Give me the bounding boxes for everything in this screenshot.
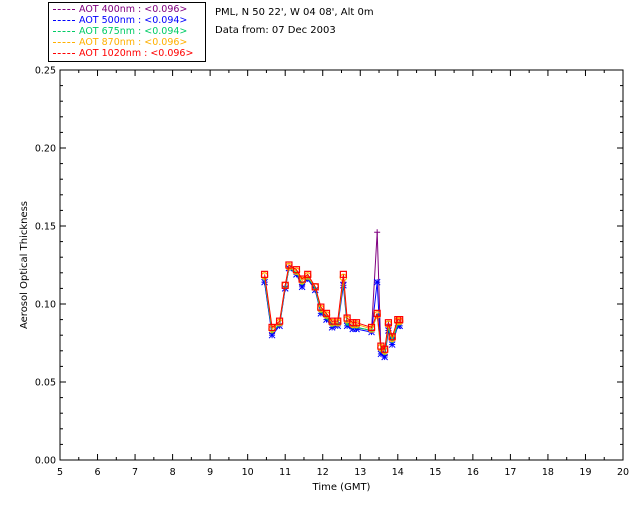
plot-frame (59, 69, 624, 461)
x-tick-label: 13 (354, 467, 366, 478)
x-tick-label: 12 (317, 467, 329, 478)
x-tick-label: 18 (542, 467, 554, 478)
x-tick-label: 16 (467, 467, 479, 478)
x-tick-label: 7 (132, 467, 138, 478)
y-axis-title: Aerosol Optical Thickness (19, 201, 30, 329)
aot-chart: 5 6 7 8 9 10 11 12 13 14 15 16 17 18 19 20 0.00 0.05 0.10 0… (19, 66, 629, 494)
x-tick-label: 5 (57, 467, 63, 478)
x-tick-label: 15 (429, 467, 441, 478)
x-tick-label: 10 (242, 467, 254, 478)
x-tick-label: 9 (207, 467, 213, 478)
x-tick-label: 8 (170, 467, 176, 478)
y-tick-label: 0.25 (35, 66, 56, 77)
y-tick-label: 0.20 (35, 144, 56, 155)
y-tick-label: 0.10 (35, 300, 56, 311)
x-tick-label: 19 (579, 467, 591, 478)
y-tick-label: 0.05 (35, 378, 56, 389)
x-tick-label: 11 (279, 467, 291, 478)
x-tick-label: 20 (617, 467, 629, 478)
x-axis-title: Time (GMT) (312, 482, 371, 493)
x-tick-label: 6 (95, 467, 101, 478)
x-tick-label: 14 (392, 467, 404, 478)
y-tick-label: 0.00 (35, 456, 56, 467)
y-tick-label: 0.15 (35, 222, 56, 233)
x-tick-label: 17 (504, 467, 516, 478)
